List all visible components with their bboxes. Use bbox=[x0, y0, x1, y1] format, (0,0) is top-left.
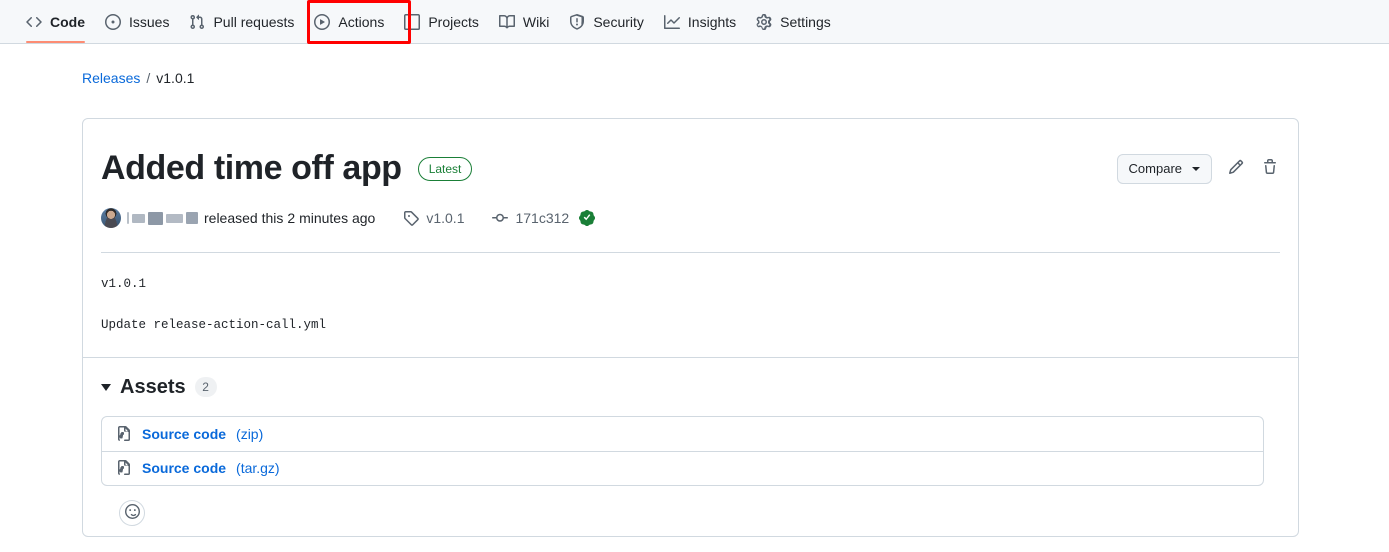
tag-icon bbox=[403, 210, 420, 226]
nav-tab-actions[interactable]: Actions bbox=[304, 0, 394, 43]
release-title: Added time off app bbox=[101, 149, 402, 187]
triangle-down-icon bbox=[101, 383, 111, 391]
list-item[interactable]: Source code (tar.gz) bbox=[102, 450, 1263, 485]
breadcrumb-current: v1.0.1 bbox=[156, 70, 195, 86]
release-body-line: Update release-action-call.yml bbox=[101, 317, 327, 332]
assets-count-badge: 2 bbox=[194, 377, 217, 398]
add-reaction-button[interactable] bbox=[119, 499, 145, 526]
asset-name: Source code bbox=[142, 460, 227, 477]
table-icon bbox=[404, 13, 421, 30]
gear-icon bbox=[756, 13, 772, 30]
nav-tab-label: Actions bbox=[338, 13, 385, 30]
released-timestamp: 2 minutes ago bbox=[287, 210, 376, 227]
chevron-down-icon bbox=[1192, 166, 1200, 171]
release-tag-chip[interactable]: v1.0.1 bbox=[403, 210, 464, 226]
shield-icon bbox=[569, 13, 585, 30]
nav-tab-settings[interactable]: Settings bbox=[746, 0, 841, 43]
nav-tab-label: Insights bbox=[687, 13, 737, 30]
reactions-bar bbox=[101, 486, 1280, 526]
book-icon bbox=[498, 14, 515, 30]
assets-toggle[interactable]: Assets 2 bbox=[101, 376, 1280, 399]
compare-button[interactable]: Compare bbox=[1116, 153, 1212, 184]
release-body: v1.0.1 Update release-action-call.yml bbox=[101, 253, 1280, 335]
nav-tab-security[interactable]: Security bbox=[559, 0, 654, 43]
nav-tab-code[interactable]: Code bbox=[16, 0, 95, 43]
release-meta-row: released this 2 minutes ago v1.0.1 171c3… bbox=[101, 208, 1280, 229]
delete-release-button[interactable] bbox=[1260, 159, 1280, 179]
nav-tab-wiki[interactable]: Wiki bbox=[489, 0, 559, 43]
smiley-icon bbox=[124, 503, 140, 522]
author-username-redacted bbox=[127, 211, 198, 225]
issue-opened-icon bbox=[105, 13, 121, 30]
trash-icon bbox=[1262, 159, 1278, 178]
asset-name: Source code bbox=[142, 425, 227, 442]
released-this-text: released this bbox=[204, 210, 284, 227]
assets-section: Assets 2 Source code (zip) Source code (… bbox=[83, 356, 1298, 526]
release-card-body: Added time off app Latest Compare releas… bbox=[83, 119, 1298, 335]
asset-extension: (tar.gz) bbox=[236, 460, 280, 477]
release-title-row: Added time off app Latest Compare bbox=[101, 149, 1280, 188]
verified-check-icon bbox=[579, 210, 596, 227]
asset-extension: (zip) bbox=[236, 425, 264, 442]
nav-tab-label: Issues bbox=[129, 13, 170, 30]
release-actions: Compare bbox=[1116, 153, 1280, 184]
breadcrumb-releases-link[interactable]: Releases bbox=[82, 70, 140, 86]
file-zip-icon bbox=[116, 460, 132, 476]
list-item[interactable]: Source code (zip) bbox=[102, 417, 1263, 451]
assets-title: Assets bbox=[120, 375, 186, 398]
release-commit-chip[interactable]: 171c312 bbox=[492, 210, 569, 226]
repo-nav-header: Code Issues Pull requests Actions Projec bbox=[0, 0, 1389, 44]
nav-tab-label: Settings bbox=[780, 13, 831, 30]
pencil-icon bbox=[1228, 159, 1244, 178]
assets-list: Source code (zip) Source code (tar.gz) bbox=[101, 415, 1264, 486]
nav-tab-insights[interactable]: Insights bbox=[654, 0, 746, 43]
release-commit-sha: 171c312 bbox=[515, 210, 570, 227]
nav-tab-label: Wiki bbox=[522, 13, 550, 30]
code-icon bbox=[26, 14, 42, 30]
nav-tab-label: Projects bbox=[428, 13, 479, 30]
graph-icon bbox=[663, 14, 680, 30]
nav-tab-projects[interactable]: Projects bbox=[394, 0, 489, 43]
edit-release-button[interactable] bbox=[1226, 159, 1246, 179]
latest-badge: Latest bbox=[417, 156, 473, 181]
release-card: Added time off app Latest Compare releas… bbox=[82, 118, 1299, 537]
repo-nav: Code Issues Pull requests Actions Projec bbox=[0, 0, 1389, 43]
play-icon bbox=[314, 13, 331, 30]
compare-button-label: Compare bbox=[1128, 161, 1182, 177]
author-avatar[interactable] bbox=[101, 208, 121, 229]
breadcrumb-separator: / bbox=[146, 70, 151, 86]
file-zip-icon bbox=[116, 425, 132, 442]
nav-tab-label: Security bbox=[593, 13, 644, 30]
nav-tab-label: Pull requests bbox=[213, 13, 295, 30]
nav-tab-pull-requests[interactable]: Pull requests bbox=[179, 0, 304, 43]
git-commit-icon bbox=[492, 210, 509, 226]
release-tag-name: v1.0.1 bbox=[426, 210, 465, 227]
nav-tab-label: Code bbox=[50, 13, 85, 30]
breadcrumb: Releases / v1.0.1 bbox=[82, 70, 194, 86]
nav-tab-issues[interactable]: Issues bbox=[95, 0, 179, 43]
release-body-line: v1.0.1 bbox=[101, 277, 147, 292]
git-pull-request-icon bbox=[189, 14, 205, 30]
